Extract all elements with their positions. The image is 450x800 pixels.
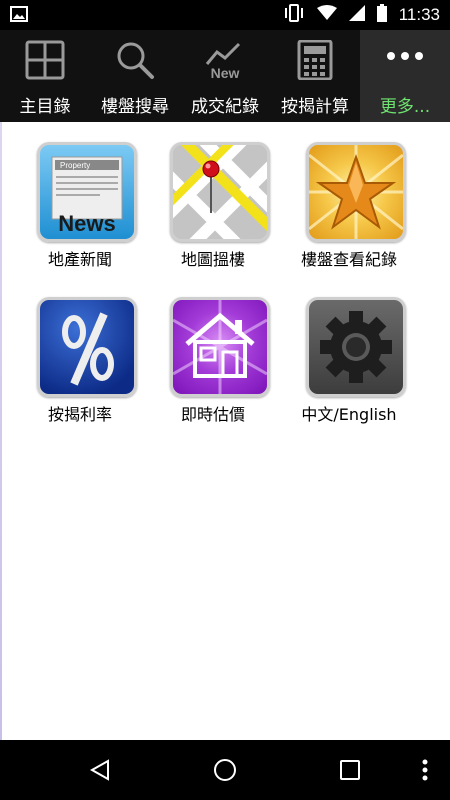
recents-square-icon	[340, 760, 360, 780]
image-notification-icon	[10, 6, 28, 26]
search-icon	[117, 42, 154, 79]
app-label: 按揭利率	[47, 405, 112, 424]
system-navigation-bar	[0, 740, 450, 800]
star-icon	[306, 142, 406, 242]
battery-icon	[376, 4, 387, 26]
app-property-news[interactable]: Property News 地產新聞	[15, 142, 145, 292]
clock: 11:33	[398, 5, 440, 24]
home-button[interactable]	[185, 740, 265, 800]
app-label: 地圖搵樓	[180, 250, 245, 269]
back-triangle-icon	[89, 759, 109, 781]
tab-property-search[interactable]: 樓盤搜尋	[90, 30, 180, 122]
svg-text:News: News	[58, 211, 115, 236]
app-language-settings[interactable]: 中文/English	[284, 297, 414, 447]
status-bar: 11:33	[0, 0, 450, 30]
app-viewed-properties[interactable]: 樓盤查看紀錄	[284, 142, 414, 292]
app-label: 即時估價	[180, 405, 245, 424]
grid-icon	[25, 40, 65, 80]
overflow-dots-icon	[422, 759, 428, 781]
tab-main-menu[interactable]: 主目錄	[0, 30, 90, 122]
vibrate-icon	[283, 4, 305, 26]
app-mortgage-rates[interactable]: 按揭利率	[15, 297, 145, 447]
house-icon	[170, 297, 270, 397]
tab-label: 按揭計算	[281, 97, 349, 117]
app-label: 中文/English	[301, 405, 397, 424]
back-button[interactable]	[60, 740, 140, 800]
tab-label: 成交紀錄	[191, 97, 259, 117]
tab-more[interactable]: 更多...	[360, 30, 450, 122]
app-instant-valuation[interactable]: 即時估價	[148, 297, 278, 447]
top-tab-bar: 主目錄 樓盤搜尋 New 成交紀錄 按揭計算 更多...	[0, 30, 450, 122]
recents-button[interactable]	[310, 740, 390, 800]
tab-transaction-records[interactable]: New 成交紀錄	[180, 30, 270, 122]
tab-label: 更多...	[379, 97, 431, 117]
more-dots-icon	[387, 52, 423, 60]
app-label: 地產新聞	[47, 250, 112, 269]
svg-text:Property: Property	[60, 161, 90, 170]
tab-mortgage-calculator[interactable]: 按揭計算	[270, 30, 360, 122]
calculator-icon	[297, 40, 333, 80]
signal-icon	[348, 5, 365, 25]
news-icon: Property News	[37, 142, 137, 242]
more-menu-grid: Property News 地產新聞 地圖搵樓 樓盤查看紀錄 按揭利率 即時估價…	[0, 122, 450, 740]
percent-icon	[37, 297, 137, 397]
new-badge: New	[211, 65, 240, 80]
new-chart-icon: New	[205, 42, 241, 80]
gear-icon	[306, 297, 406, 397]
home-circle-icon	[214, 759, 236, 781]
app-label: 樓盤查看紀錄	[300, 250, 397, 269]
tab-label: 主目錄	[19, 97, 71, 117]
app-map-search[interactable]: 地圖搵樓	[148, 142, 278, 292]
tab-label: 樓盤搜尋	[101, 97, 169, 117]
overflow-menu-button[interactable]	[385, 740, 450, 800]
wifi-icon	[316, 5, 337, 25]
map-pin-icon	[170, 142, 270, 242]
